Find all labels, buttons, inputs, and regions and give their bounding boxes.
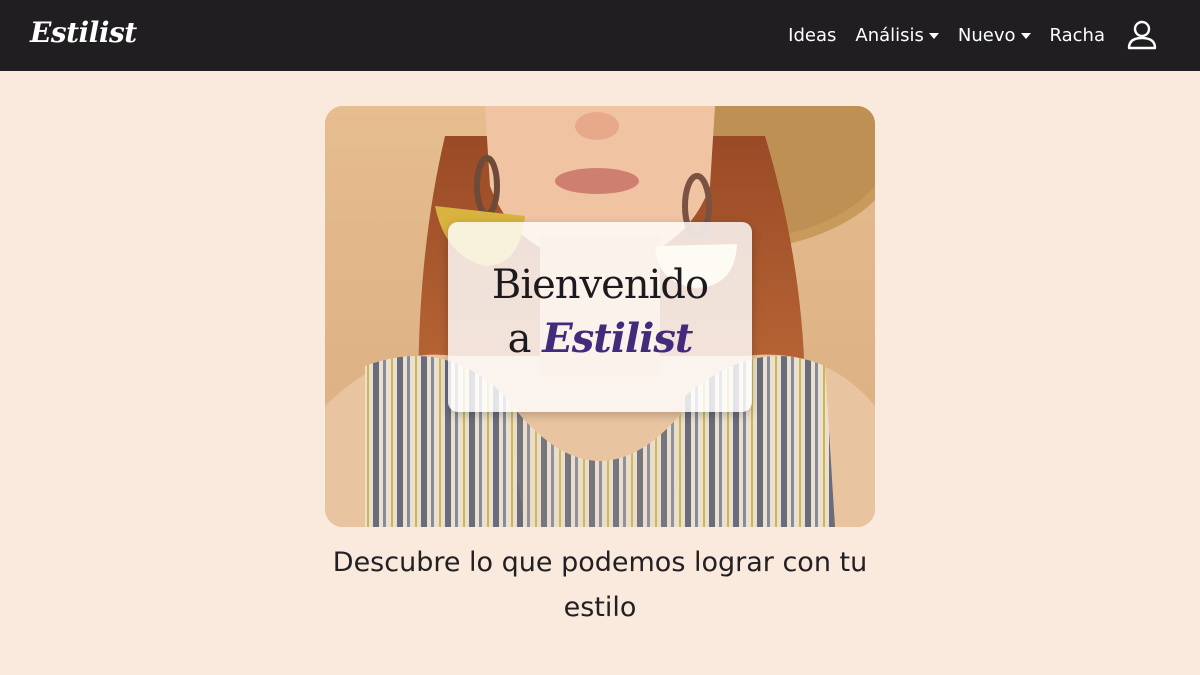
nav-item-analisis-dropdown[interactable]: Análisis (855, 25, 939, 46)
welcome-brand-name: Estilist (542, 315, 693, 362)
welcome-card: Bienvenido a Estilist (448, 222, 752, 412)
top-navbar: Estilist Ideas Análisis Nuevo Racha (0, 0, 1200, 71)
nav-item-racha[interactable]: Racha (1050, 25, 1105, 46)
nav-item-nuevo-dropdown[interactable]: Nuevo (958, 25, 1031, 46)
brand-logo[interactable]: Estilist (30, 16, 137, 49)
welcome-connector: a (507, 316, 532, 362)
caret-down-icon (928, 33, 939, 39)
welcome-title-line1: Bienvenido (491, 262, 709, 308)
welcome-title-line2: a Estilist (448, 312, 752, 366)
caret-down-icon (1020, 33, 1031, 39)
nav-item-ideas[interactable]: Ideas (788, 25, 836, 46)
nav-item-racha-label: Racha (1049, 25, 1105, 46)
nav-item-analisis-label: Análisis (855, 25, 924, 46)
nav-item-ideas-label: Ideas (788, 25, 837, 46)
nav-item-nuevo-label: Nuevo (957, 25, 1016, 46)
user-icon[interactable] (1126, 19, 1158, 51)
tagline-text: Descubre lo que podemos lograr con tu es… (332, 547, 868, 623)
nav-links: Ideas Análisis Nuevo Racha (788, 0, 1105, 71)
